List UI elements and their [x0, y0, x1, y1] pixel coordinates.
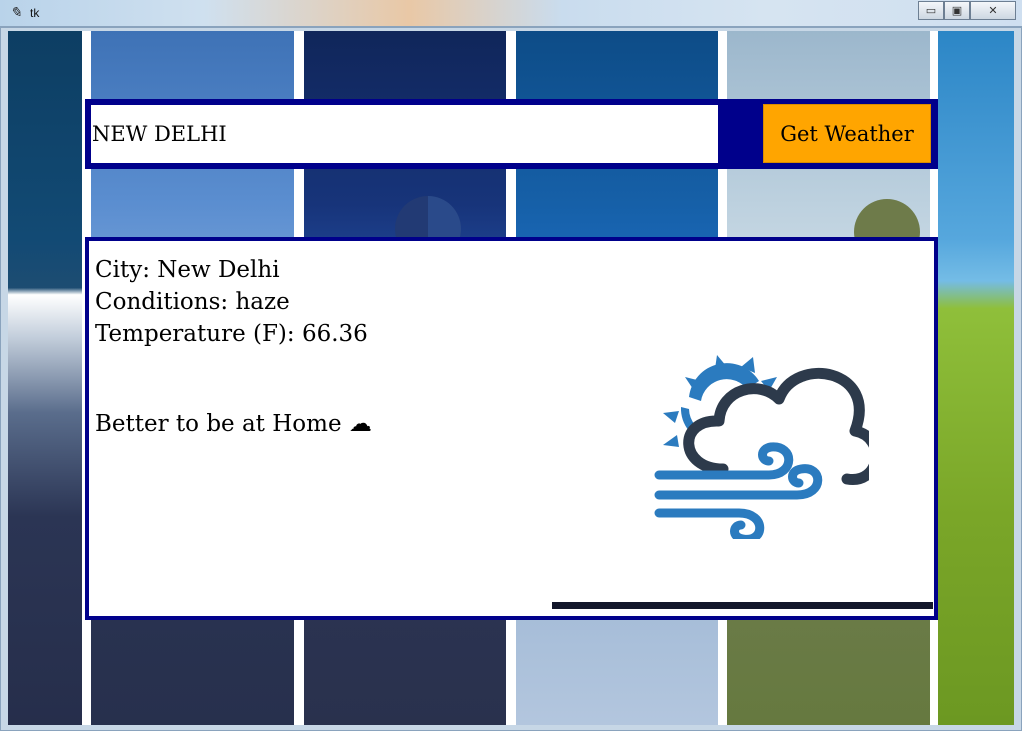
window-titlebar[interactable]: ✎ tk ▭ ▣ ✕ — [0, 0, 1022, 27]
city-label: City: New Delhi — [95, 257, 280, 283]
minimize-button[interactable]: ▭ — [918, 1, 944, 20]
city-input[interactable] — [91, 105, 718, 163]
app-feather-icon: ✎ — [10, 5, 22, 21]
window-title: tk — [30, 6, 40, 20]
close-button[interactable]: ✕ — [970, 1, 1016, 20]
app-canvas: Get Weather City: New Delhi Conditions: … — [8, 31, 1014, 725]
advice-text: Better to be at Home ☁ — [95, 411, 372, 437]
maximize-button[interactable]: ▣ — [944, 1, 970, 20]
temperature-label: Temperature (F): 66.36 — [95, 321, 368, 347]
result-content: City: New Delhi Conditions: haze Tempera… — [89, 241, 934, 616]
wind-icon — [654, 442, 823, 539]
background-panel — [938, 31, 1014, 725]
conditions-label: Conditions: haze — [95, 289, 290, 315]
panel-divider-bar — [552, 602, 933, 609]
window-controls: ▭ ▣ ✕ — [918, 1, 1016, 20]
partly-cloudy-windy-icon — [654, 355, 869, 539]
get-weather-button[interactable]: Get Weather — [763, 104, 931, 163]
result-panel: City: New Delhi Conditions: haze Tempera… — [85, 237, 938, 620]
background-panel — [8, 31, 82, 725]
search-bar: Get Weather — [85, 99, 938, 169]
weather-info: City: New Delhi Conditions: haze Tempera… — [95, 254, 368, 350]
cloud-icon — [683, 367, 869, 485]
